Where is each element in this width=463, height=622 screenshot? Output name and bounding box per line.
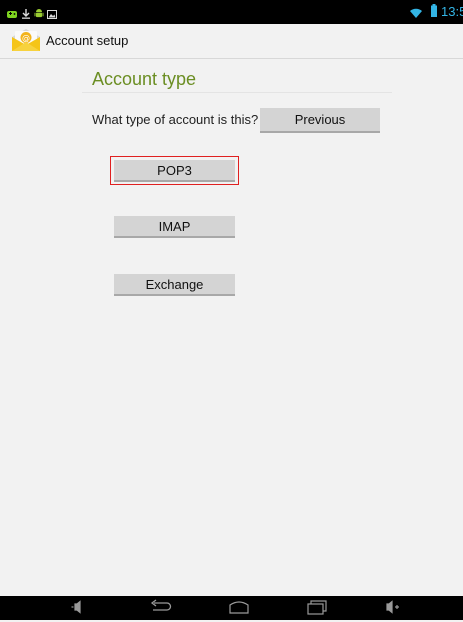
volume-down-icon[interactable] bbox=[70, 599, 86, 620]
email-app-icon: @ bbox=[11, 28, 41, 57]
home-icon[interactable] bbox=[227, 599, 251, 622]
game-controller-icon bbox=[7, 6, 17, 24]
navigation-bar bbox=[0, 596, 463, 620]
imap-button[interactable]: IMAP bbox=[114, 216, 235, 238]
status-bar: 13:59 bbox=[0, 0, 463, 24]
volume-up-icon[interactable] bbox=[385, 599, 401, 620]
pop3-button[interactable]: POP3 bbox=[114, 160, 235, 182]
image-icon bbox=[47, 6, 57, 24]
account-type-question: What type of account is this? bbox=[92, 112, 259, 127]
download-icon bbox=[21, 6, 31, 24]
screen-title: Account type bbox=[92, 69, 197, 89]
battery-icon bbox=[431, 4, 437, 22]
app-title: Account setup bbox=[46, 33, 129, 48]
recent-apps-icon[interactable] bbox=[305, 599, 329, 622]
wifi-icon bbox=[410, 5, 422, 23]
exchange-button[interactable]: Exchange bbox=[114, 274, 235, 296]
status-time: 13:59 bbox=[441, 4, 463, 19]
previous-button[interactable]: Previous bbox=[260, 108, 380, 133]
android-icon bbox=[34, 6, 44, 24]
title-divider bbox=[82, 92, 392, 93]
back-icon[interactable] bbox=[148, 599, 172, 622]
svg-text:@: @ bbox=[22, 34, 30, 43]
action-bar: @ Account setup bbox=[0, 24, 463, 59]
